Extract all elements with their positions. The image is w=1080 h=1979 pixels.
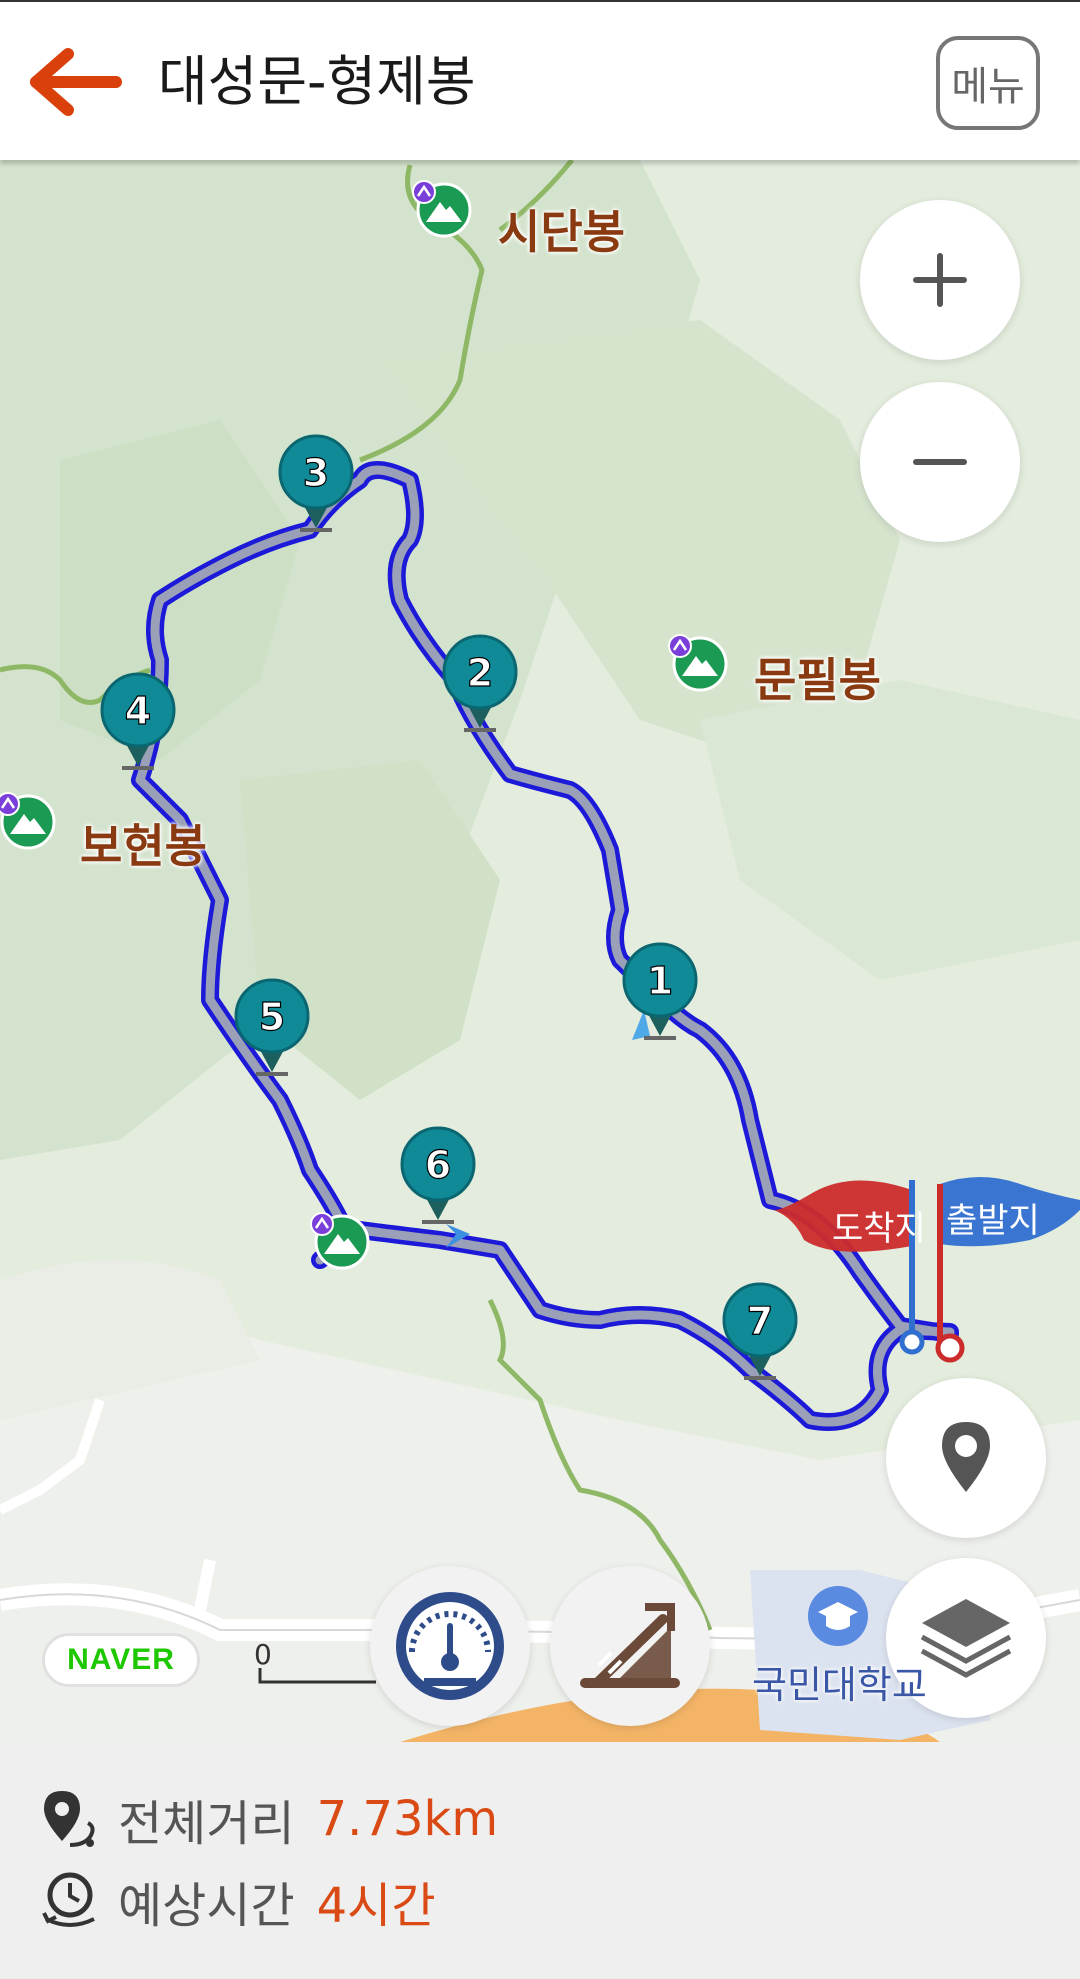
menu-button[interactable]: 메뉴 — [936, 36, 1040, 130]
waypoint-number: 5 — [259, 995, 285, 1039]
mountain-peak-icon — [0, 792, 56, 850]
waypoint-marker[interactable]: 3 — [276, 432, 356, 542]
elevation-slope-icon — [580, 1603, 680, 1688]
map-scale-bar — [258, 1668, 376, 1684]
zoom-in-button[interactable] — [860, 200, 1020, 360]
departure-flag-label: 출발지 — [946, 1201, 1040, 1241]
minus-icon — [913, 459, 967, 465]
back-arrow-icon — [30, 48, 122, 116]
layers-icon — [920, 1599, 1012, 1678]
distance-label: 전체거리 — [118, 1796, 295, 1852]
peak-label: 시단봉 — [498, 205, 625, 259]
time-row: 예상시간 4시간 — [40, 1866, 436, 1936]
my-location-button[interactable] — [886, 1378, 1046, 1538]
elevation-profile-button[interactable] — [550, 1566, 710, 1726]
waypoint-number: 7 — [747, 1299, 773, 1343]
distance-row: 전체거리 7.73km — [40, 1784, 498, 1854]
map-view[interactable]: 시단봉 문필봉 보현봉 1234567 도착지 출발지 국민대학교 NAVER … — [0, 160, 1080, 1742]
location-pin-icon — [942, 1422, 990, 1492]
peak-label: 보현봉 — [80, 819, 207, 873]
waypoint-marker[interactable]: 1 — [620, 940, 700, 1050]
route-summary-panel: 전체거리 7.73km 예상시간 4시간 — [0, 1742, 1080, 1979]
waypoint-number: 4 — [125, 689, 151, 733]
page-title: 대성문-형제봉 — [158, 50, 476, 113]
mountain-peak-icon — [668, 634, 728, 692]
waypoint-number: 2 — [467, 651, 493, 695]
waypoint-marker[interactable]: 6 — [398, 1124, 478, 1234]
estimated-time-icon — [42, 1872, 95, 1927]
departure-flag-icon[interactable]: 출발지 — [910, 1170, 1080, 1370]
speedometer-button[interactable] — [370, 1566, 530, 1726]
top-bar: 대성문-형제봉 메뉴 — [0, 0, 1080, 160]
route-distance-icon — [44, 1791, 95, 1847]
back-button[interactable] — [28, 46, 124, 118]
time-value: 4시간 — [316, 1878, 436, 1934]
waypoint-number: 3 — [303, 451, 329, 495]
waypoint-marker[interactable]: 2 — [440, 632, 520, 742]
waypoint-marker[interactable]: 4 — [98, 670, 178, 780]
zoom-out-button[interactable] — [860, 382, 1020, 542]
naver-attribution[interactable]: NAVER — [42, 1633, 200, 1687]
waypoint-number: 6 — [425, 1143, 451, 1187]
place-label: 국민대학교 — [752, 1663, 927, 1707]
plus-icon — [913, 253, 967, 307]
waypoint-marker[interactable]: 5 — [232, 976, 312, 1086]
waypoint-number: 1 — [647, 959, 673, 1003]
distance-value: 7.73km — [316, 1791, 499, 1847]
peak-label: 문필봉 — [754, 653, 881, 707]
university-icon — [808, 1586, 868, 1646]
mountain-peak-icon — [412, 180, 472, 238]
time-label: 예상시간 — [118, 1878, 295, 1934]
mountain-peak-icon — [310, 1212, 370, 1270]
speedometer-icon — [396, 1592, 504, 1700]
